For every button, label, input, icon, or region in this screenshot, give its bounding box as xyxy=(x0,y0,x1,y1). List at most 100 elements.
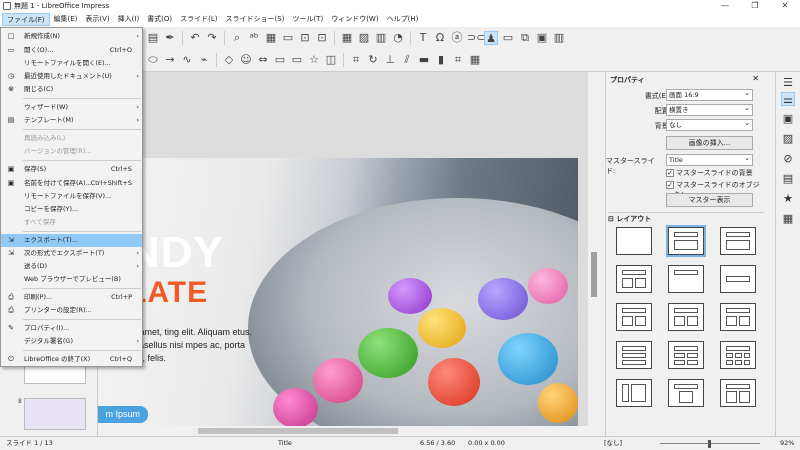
menu-view[interactable]: 表示(V) xyxy=(81,13,113,26)
special-char-icon[interactable]: Ω xyxy=(433,31,447,45)
curve-icon[interactable]: ∿ xyxy=(180,53,194,67)
master-view-button[interactable]: マスター表示 xyxy=(666,193,753,207)
styles-icon[interactable]: ▦ xyxy=(781,212,795,226)
table-icon[interactable]: ▦ xyxy=(340,31,354,45)
stars-icon[interactable]: ☆ xyxy=(307,53,321,67)
minimize-button[interactable]: — xyxy=(710,0,740,12)
shadow-icon[interactable]: ▮ xyxy=(434,53,448,67)
menu-item-save-copy[interactable]: コピーを保存(Y)... xyxy=(1,203,142,216)
duplicate-icon[interactable]: ⧉ xyxy=(518,31,532,45)
menu-slideshow[interactable]: スライドショー(S) xyxy=(222,13,289,26)
menu-insert[interactable]: 挿入(I) xyxy=(114,13,144,26)
layout-icon[interactable]: ▥ xyxy=(552,31,566,45)
ellipse-icon[interactable]: ⬭ xyxy=(146,53,160,67)
callout-icon[interactable]: ▭ xyxy=(290,53,304,67)
styles-icon[interactable]: ♟ xyxy=(484,31,498,45)
menu-item-open-remote[interactable]: リモートファイルを開く(E)... xyxy=(1,57,142,70)
clone-icon[interactable]: ✒ xyxy=(163,31,177,45)
menu-slide[interactable]: スライド(L) xyxy=(176,13,221,26)
menu-help[interactable]: ヘルプ(H) xyxy=(383,13,423,26)
slide-thumbnail[interactable] xyxy=(24,398,86,430)
3d-icon[interactable]: ◫ xyxy=(324,53,338,67)
menu-item-digital-signatures[interactable]: デジタル署名(G) › xyxy=(1,335,142,348)
menu-item-preview-browser[interactable]: Web ブラウザーでプレビュー(B) xyxy=(1,273,142,286)
pie-icon[interactable]: ◔ xyxy=(391,31,405,45)
navigator-icon[interactable]: ⊘ xyxy=(781,152,795,166)
zoom-slider-handle[interactable] xyxy=(708,440,711,448)
insert-image-button[interactable]: 画像の挿入... xyxy=(666,136,753,150)
layout-2-content-over[interactable] xyxy=(720,303,756,331)
menu-item-export-as[interactable]: ⇲ 次の形式でエクスポート(T) › xyxy=(1,247,142,260)
display-views-icon[interactable]: ▭ xyxy=(281,31,295,45)
menu-item-send[interactable]: 送る(D) › xyxy=(1,260,142,273)
horizontal-scrollbar[interactable] xyxy=(98,426,588,436)
layout-title-content[interactable] xyxy=(666,225,706,257)
redo-icon[interactable]: ↷ xyxy=(205,31,219,45)
menu-file[interactable]: ファイル(F) xyxy=(2,13,50,26)
comment-icon[interactable]: ▭ xyxy=(501,31,515,45)
layout-centered-text[interactable] xyxy=(720,265,756,293)
menu-item-save-remote[interactable]: リモートファイルを保存(V)... xyxy=(1,190,142,203)
flowchart-icon[interactable]: ▭ xyxy=(273,53,287,67)
layout-title-2-content[interactable] xyxy=(616,265,652,293)
layout-vertical-2[interactable] xyxy=(720,379,756,407)
background-select[interactable]: なし xyxy=(666,118,753,131)
master-slide-select[interactable]: Title xyxy=(666,153,753,166)
layout-section-header[interactable]: ⊟ レイアウト xyxy=(608,212,764,224)
editing-canvas[interactable]: NDY LATE sit amet, ting elit. Aliquam et… xyxy=(98,72,600,436)
menu-icon[interactable]: ☰ xyxy=(781,76,795,90)
menu-tools[interactable]: ツール(T) xyxy=(288,13,327,26)
slide-button-shape[interactable]: m Ipsum xyxy=(98,406,148,423)
image-icon[interactable]: ▨ xyxy=(357,31,371,45)
arrange-icon[interactable]: ▬ xyxy=(417,53,431,67)
layout-2-content[interactable] xyxy=(616,303,652,331)
gallery-icon[interactable]: ▨ xyxy=(781,132,795,146)
menu-item-exit[interactable]: ⏻ LibreOffice の終了(X) Ctrl+Q xyxy=(1,353,142,366)
menu-item-new[interactable]: □ 新規作成(N) › xyxy=(1,30,142,43)
undo-icon[interactable]: ↶ xyxy=(188,31,202,45)
rotate-icon[interactable]: ↻ xyxy=(366,53,380,67)
hyperlink-icon[interactable]: ⊃⊂ xyxy=(467,31,485,45)
animation-icon[interactable]: ▤ xyxy=(781,172,795,186)
format-select[interactable]: 画面 16:9 xyxy=(666,88,753,101)
menu-edit[interactable]: 編集(E) xyxy=(50,13,82,26)
layout-title-only[interactable] xyxy=(668,265,704,293)
menu-item-wizards[interactable]: ウィザード(W) › xyxy=(1,101,142,114)
close-icon[interactable]: ✕ xyxy=(752,74,759,83)
chart-icon[interactable]: ▥ xyxy=(374,31,388,45)
menu-item-open[interactable]: ▭ 開く(O)... Ctrl+O xyxy=(1,44,142,57)
filter-icon[interactable]: ▦ xyxy=(468,53,482,67)
master-background-checkbox[interactable]: ✓ マスタースライドの背景 xyxy=(666,168,753,178)
paste-icon[interactable]: ▤ xyxy=(146,31,160,45)
start-first-slide-icon[interactable]: ⊡ xyxy=(298,31,312,45)
layout-4-content[interactable] xyxy=(668,341,704,369)
layout-content-2[interactable] xyxy=(668,303,704,331)
layout-content-over[interactable] xyxy=(616,341,652,369)
status-zoom[interactable]: 92% xyxy=(780,437,794,450)
orientation-select[interactable]: 横置き xyxy=(666,103,753,116)
find-icon[interactable]: ⌕ xyxy=(230,31,244,45)
menu-item-printer-settings[interactable]: ⎙ プリンターの設定(R)... xyxy=(1,304,142,317)
distribute-icon[interactable]: ⫽ xyxy=(400,53,414,67)
menu-item-save[interactable]: ▣ 保存(S) Ctrl+S xyxy=(1,163,142,176)
menu-item-properties[interactable]: ✎ プロパティ(I)... xyxy=(1,322,142,335)
start-current-slide-icon[interactable]: ⊡ xyxy=(315,31,329,45)
menu-item-print[interactable]: ⎙ 印刷(P)... Ctrl+P xyxy=(1,291,142,304)
slide-body-text[interactable]: sit amet, ting elit. Aliquam etus. Phase… xyxy=(128,326,253,365)
basic-shapes-icon[interactable]: ◇ xyxy=(222,53,236,67)
menu-item-save-as[interactable]: ▣ 名前を付けて保存(A)... Ctrl+Shift+S xyxy=(1,177,142,190)
spelling-icon[interactable]: ᵃᵇ xyxy=(247,31,261,45)
menu-item-close[interactable]: ⊗ 閉じる(C) xyxy=(1,83,142,96)
menu-window[interactable]: ウィンドウ(W) xyxy=(327,13,382,26)
master-slides-icon[interactable]: ★ xyxy=(781,192,795,206)
slide-transition-icon[interactable]: ▣ xyxy=(781,112,795,126)
symbol-shapes-icon[interactable]: ☺ xyxy=(239,53,253,67)
block-arrows-icon[interactable]: ⇔ xyxy=(256,53,270,67)
layout-vertical-title[interactable] xyxy=(616,379,652,407)
status-language[interactable]: [なし] xyxy=(604,437,622,450)
grid-icon[interactable]: ▦ xyxy=(264,31,278,45)
layout-6-content[interactable] xyxy=(720,341,756,369)
menu-format[interactable]: 書式(O) xyxy=(143,13,176,26)
align-icon[interactable]: ⊥ xyxy=(383,53,397,67)
line-arrow-icon[interactable]: → xyxy=(163,53,177,67)
